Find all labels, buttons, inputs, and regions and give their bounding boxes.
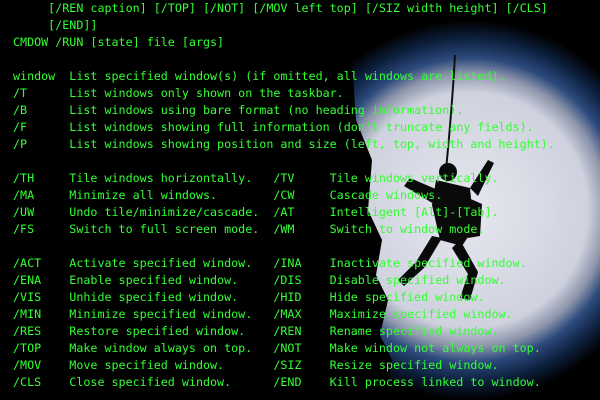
console-line: /CLS Close specified window. /END Kill p… [13, 375, 541, 389]
console-line: /TH Tile windows horizontally. /TV Tile … [13, 171, 499, 185]
console-line: /P List windows showing position and siz… [13, 137, 555, 151]
console-line: window List specified window(s) (if omit… [13, 69, 506, 83]
console-line: /MIN Minimize specified window. /MAX Max… [13, 307, 513, 321]
console-line: /TOP Make window always on top. /NOT Mak… [13, 341, 541, 355]
console-line: /MOV Move specified window. /SIZ Resize … [13, 358, 499, 372]
console-line: /FS Switch to full screen mode. /WM Swit… [13, 222, 485, 236]
console-window[interactable]: [/REN caption] [/TOP] [/NOT] [/MOV left … [0, 0, 600, 400]
console-line: CMDOW /RUN [state] file [args] [13, 35, 225, 49]
console-line: /F List windows showing full information… [13, 120, 534, 134]
console-line: /ENA Enable specified window. /DIS Disab… [13, 273, 506, 287]
console-line: /T List windows only shown on the taskba… [13, 86, 344, 100]
console-line: /UW Undo tile/minimize/cascade. /AT Inte… [13, 205, 499, 219]
console-line: [/REN caption] [/TOP] [/NOT] [/MOV left … [13, 1, 548, 15]
console-line: /VIS Unhide specified window. /HID Hide … [13, 290, 485, 304]
console-line: /ACT Activate specified window. /INA Ina… [13, 256, 527, 270]
console-text[interactable]: [/REN caption] [/TOP] [/NOT] [/MOV left … [13, 0, 600, 391]
console-line: /B List windows using bare format (no he… [13, 103, 464, 117]
console-line: [/END]] [13, 18, 98, 32]
console-line: /MA Minimize all windows. /CW Cascade wi… [13, 188, 443, 202]
console-line: /RES Restore specified window. /REN Rena… [13, 324, 499, 338]
